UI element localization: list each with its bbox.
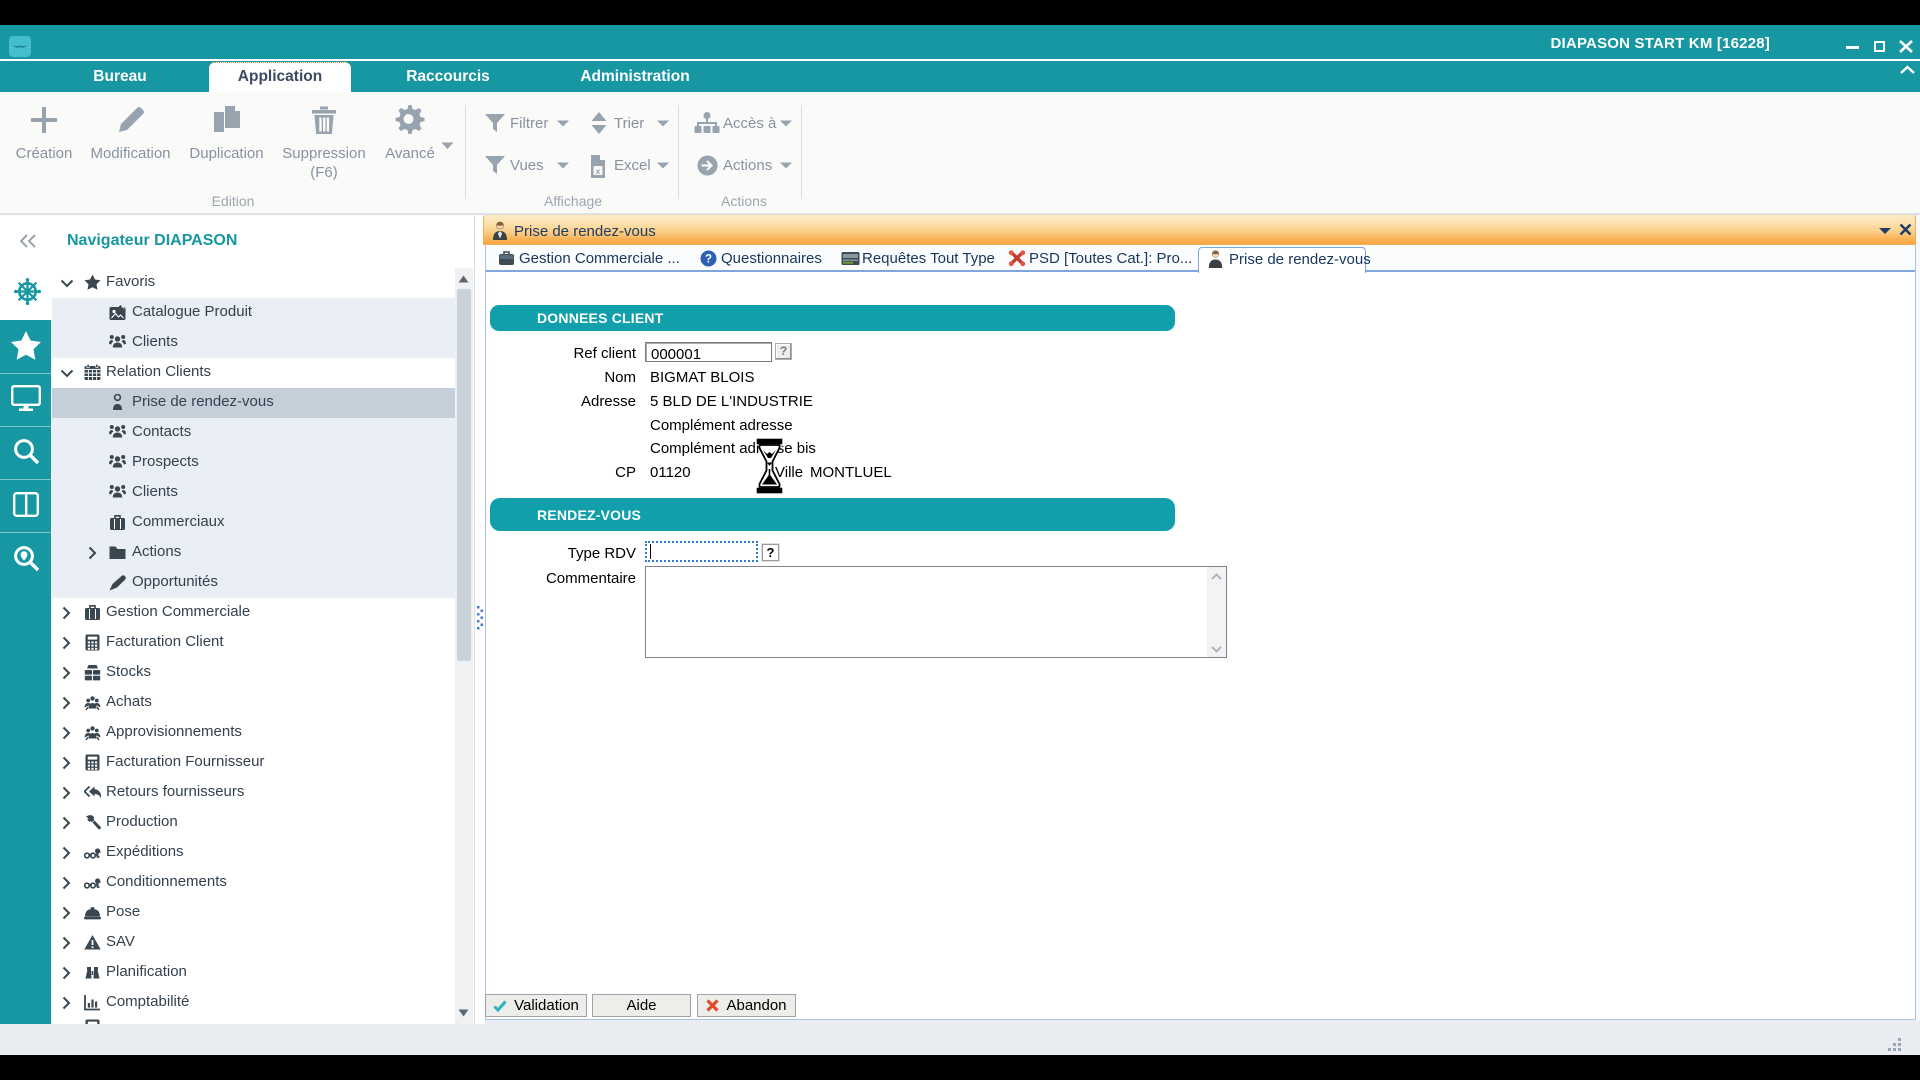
- svg-text:x: x: [596, 166, 601, 176]
- svg-text:?: ?: [705, 254, 712, 266]
